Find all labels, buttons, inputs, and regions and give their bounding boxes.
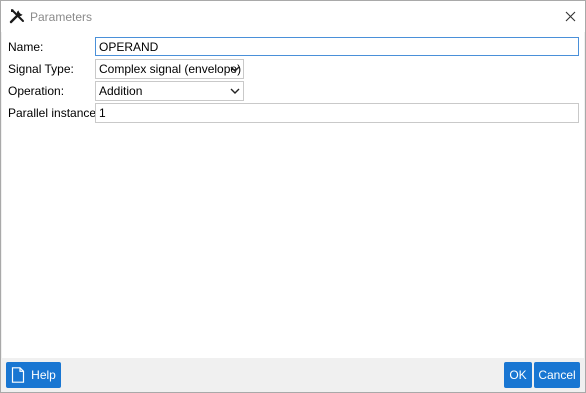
tools-icon	[9, 9, 24, 24]
signal-type-value: Complex signal (envelope)	[99, 62, 242, 76]
ok-button[interactable]: OK	[504, 362, 532, 388]
parallel-instance-label: Parallel instance:	[8, 106, 100, 120]
cancel-button[interactable]: Cancel	[534, 362, 580, 388]
signal-type-label: Signal Type:	[8, 62, 74, 76]
help-button[interactable]: Help	[6, 362, 61, 388]
signal-type-select[interactable]: Complex signal (envelope)	[95, 59, 244, 79]
title-bar: Parameters	[1, 1, 585, 32]
chevron-down-icon	[230, 66, 240, 72]
parallel-instance-input[interactable]: 1	[95, 103, 579, 123]
operation-select[interactable]: Addition	[95, 81, 244, 101]
parameters-dialog: Parameters Name: OPERAND Signal Type: Co…	[0, 0, 586, 393]
button-bar: Help OK Cancel	[1, 358, 585, 392]
chevron-down-icon	[230, 88, 240, 94]
close-button[interactable]	[555, 1, 585, 32]
operation-value: Addition	[99, 84, 143, 98]
operation-label: Operation:	[8, 84, 65, 98]
name-label: Name:	[8, 40, 44, 54]
name-input[interactable]: OPERAND	[95, 37, 579, 56]
form-area: Name: OPERAND Signal Type: Complex signa…	[2, 32, 584, 358]
dialog-title: Parameters	[30, 10, 93, 24]
close-icon	[565, 11, 575, 22]
help-label: Help	[31, 368, 56, 382]
document-icon	[12, 367, 25, 383]
